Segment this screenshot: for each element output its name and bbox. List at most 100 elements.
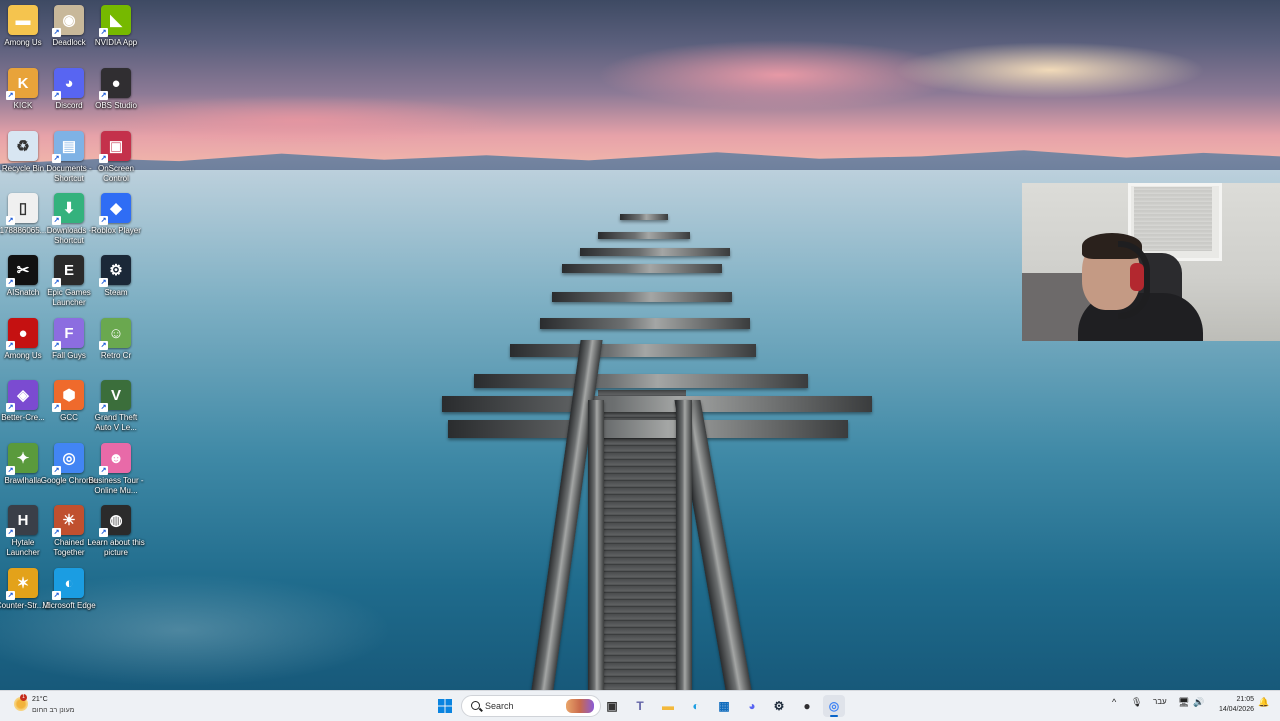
onscreen-control-icon: ▣ ↗ bbox=[99, 131, 131, 163]
obs-button[interactable]: ● bbox=[796, 695, 818, 717]
notification-badge: 1 bbox=[20, 694, 27, 701]
shortcut-arrow-icon: ↗ bbox=[52, 28, 61, 37]
file-icon: ▯ ↗ bbox=[6, 193, 38, 225]
taskbar-clock[interactable]: 21:05 14/04/2026 bbox=[1206, 695, 1254, 715]
desktop-icon-onscreen-control[interactable]: ▣ ↗ OnScreen Control bbox=[86, 128, 146, 188]
shortcut-arrow-icon: ↗ bbox=[99, 403, 108, 412]
edge-button[interactable]: ◐ bbox=[685, 695, 707, 717]
hytale-icon: H ↗ bbox=[6, 505, 38, 537]
task-view-button[interactable]: ▣ bbox=[601, 695, 623, 717]
fall-guys-icon: F ↗ bbox=[52, 318, 84, 350]
desktop-icon-business-tour[interactable]: ☻ ↗ Business Tour - Online Mu... bbox=[86, 440, 146, 500]
nvidia-icon: ◣ ↗ bbox=[99, 5, 131, 37]
steam-button[interactable]: ⚙ bbox=[768, 695, 790, 717]
webcam-overlay bbox=[1022, 183, 1280, 341]
desktop-icon-nvidia[interactable]: ◣ ↗ NVIDIA App bbox=[86, 2, 146, 62]
desktop-icon-label: OnScreen Control bbox=[97, 164, 135, 183]
gcc-icon: ⬢ ↗ bbox=[52, 380, 84, 412]
shortcut-arrow-icon: ↗ bbox=[6, 216, 15, 225]
windows-logo-icon bbox=[438, 699, 452, 713]
desktop-icon-label: Retro Cr bbox=[100, 351, 132, 360]
chrome-icon: ◎ bbox=[828, 699, 840, 713]
desktop-icon-label: Business Tour - Online Mu... bbox=[88, 476, 144, 495]
roblox-icon: ◆ ↗ bbox=[99, 193, 131, 225]
active-app-indicator bbox=[830, 715, 838, 717]
weather-condition: מעונן רב החום bbox=[32, 707, 75, 714]
steam-icon: ⚙ ↗ bbox=[99, 255, 131, 287]
desktop-wallpaper bbox=[0, 0, 1280, 690]
desktop-icon-obs[interactable]: ● ↗ OBS Studio bbox=[86, 65, 146, 125]
pier-plank bbox=[552, 292, 732, 302]
network-icon[interactable]: 🖥 bbox=[1178, 697, 1189, 708]
pier-plank bbox=[562, 264, 722, 273]
shortcut-arrow-icon: ↗ bbox=[6, 278, 15, 287]
pier-plank bbox=[598, 232, 690, 239]
shortcut-arrow-icon: ↗ bbox=[52, 591, 61, 600]
search-placeholder: Search bbox=[485, 701, 514, 711]
edge-icon: ◐ bbox=[692, 699, 700, 713]
desktop-icon-learn-picture[interactable]: ◍ ↗ Learn about this picture bbox=[86, 502, 146, 562]
pier-plank bbox=[448, 420, 848, 438]
aisnatch-icon: ✂ ↗ bbox=[6, 255, 38, 287]
shortcut-arrow-icon: ↗ bbox=[52, 341, 61, 350]
wallpaper-sky bbox=[0, 0, 1280, 170]
taskbar: 1 21°C מעונן רב החום Search ▣ T ▬ ◐ ▦ ◕ ⚙ ● ◎ ^ … bbox=[0, 690, 1280, 721]
notification-bell-icon[interactable]: 🔔 bbox=[1258, 697, 1269, 708]
clock-time: 21:05 bbox=[1236, 696, 1254, 703]
weather-widget[interactable]: 1 21°C מעונן רב החום bbox=[10, 694, 100, 718]
epic-games-icon: E ↗ bbox=[52, 255, 84, 287]
search-highlight-icon bbox=[566, 699, 594, 713]
desktop-icon-steam[interactable]: ⚙ ↗ Steam bbox=[86, 252, 146, 312]
obs-icon: ● bbox=[803, 699, 811, 713]
desktop-icon-edge[interactable]: ◐ ↗ Microsoft Edge bbox=[39, 565, 99, 625]
show-hidden-icons-chevron[interactable]: ^ bbox=[1112, 697, 1116, 707]
desktop-icon-gta[interactable]: V ↗ Grand Theft Auto V Le... bbox=[86, 377, 146, 437]
shortcut-arrow-icon: ↗ bbox=[99, 28, 108, 37]
microphone-icon[interactable]: 🎙 bbox=[1131, 697, 1142, 708]
edge-icon: ◐ ↗ bbox=[52, 568, 84, 600]
shortcut-arrow-icon: ↗ bbox=[99, 216, 108, 225]
volume-icon[interactable]: 🔊 bbox=[1193, 697, 1204, 708]
recycle-bin-icon: ♻ bbox=[8, 131, 38, 161]
shortcut-arrow-icon: ↗ bbox=[99, 341, 108, 350]
search-icon bbox=[471, 701, 480, 710]
shortcut-arrow-icon: ↗ bbox=[6, 591, 15, 600]
retro-game-icon: ☺ ↗ bbox=[99, 318, 131, 350]
brawlhalla-icon: ✦ ↗ bbox=[6, 443, 38, 475]
better-crewlink-icon: ◈ ↗ bbox=[6, 380, 38, 412]
start-button[interactable] bbox=[434, 695, 456, 717]
store-button[interactable]: ▦ bbox=[713, 695, 735, 717]
steam-icon: ⚙ bbox=[773, 699, 785, 713]
shortcut-arrow-icon: ↗ bbox=[52, 278, 61, 287]
pier-plank bbox=[540, 318, 750, 329]
chained-together-icon: ☀ ↗ bbox=[52, 505, 84, 537]
taskbar-search[interactable]: Search bbox=[461, 695, 601, 717]
store-icon: ▦ bbox=[718, 699, 730, 713]
pier-plank bbox=[474, 374, 808, 388]
folder-icon: ▬ bbox=[662, 699, 674, 713]
deadlock-icon: ◉ ↗ bbox=[52, 5, 84, 37]
shortcut-arrow-icon: ↗ bbox=[99, 154, 108, 163]
discord-button[interactable]: ◕ bbox=[741, 695, 763, 717]
desktop-icon-label: Learn about this picture bbox=[87, 538, 145, 557]
teams-button[interactable]: T bbox=[629, 695, 651, 717]
language-indicator[interactable]: עבר bbox=[1153, 697, 1167, 706]
weather-temperature: 21°C bbox=[32, 696, 48, 703]
desktop-icon-roblox[interactable]: ◆ ↗ Roblox Player bbox=[86, 190, 146, 250]
desktop-icon-label: Roblox Player bbox=[91, 226, 141, 235]
shortcut-arrow-icon: ↗ bbox=[6, 466, 15, 475]
desktop-icon-retro-game[interactable]: ☺ ↗ Retro Cr bbox=[86, 315, 146, 375]
shortcut-arrow-icon: ↗ bbox=[6, 403, 15, 412]
desktop-icon-label: OBS Studio bbox=[95, 101, 137, 110]
file-explorer-button[interactable]: ▬ bbox=[657, 695, 679, 717]
pier-plank bbox=[442, 396, 872, 412]
shortcut-arrow-icon: ↗ bbox=[6, 341, 15, 350]
chrome-icon: ◎ ↗ bbox=[52, 443, 84, 475]
chrome-button[interactable]: ◎ bbox=[823, 695, 845, 717]
clock-date: 14/04/2026 bbox=[1218, 706, 1254, 713]
discord-icon: ◕ bbox=[748, 699, 756, 713]
discord-icon: ◕ ↗ bbox=[52, 68, 84, 100]
shortcut-arrow-icon: ↗ bbox=[99, 528, 108, 537]
shortcut-arrow-icon: ↗ bbox=[52, 91, 61, 100]
shortcut-arrow-icon: ↗ bbox=[99, 278, 108, 287]
